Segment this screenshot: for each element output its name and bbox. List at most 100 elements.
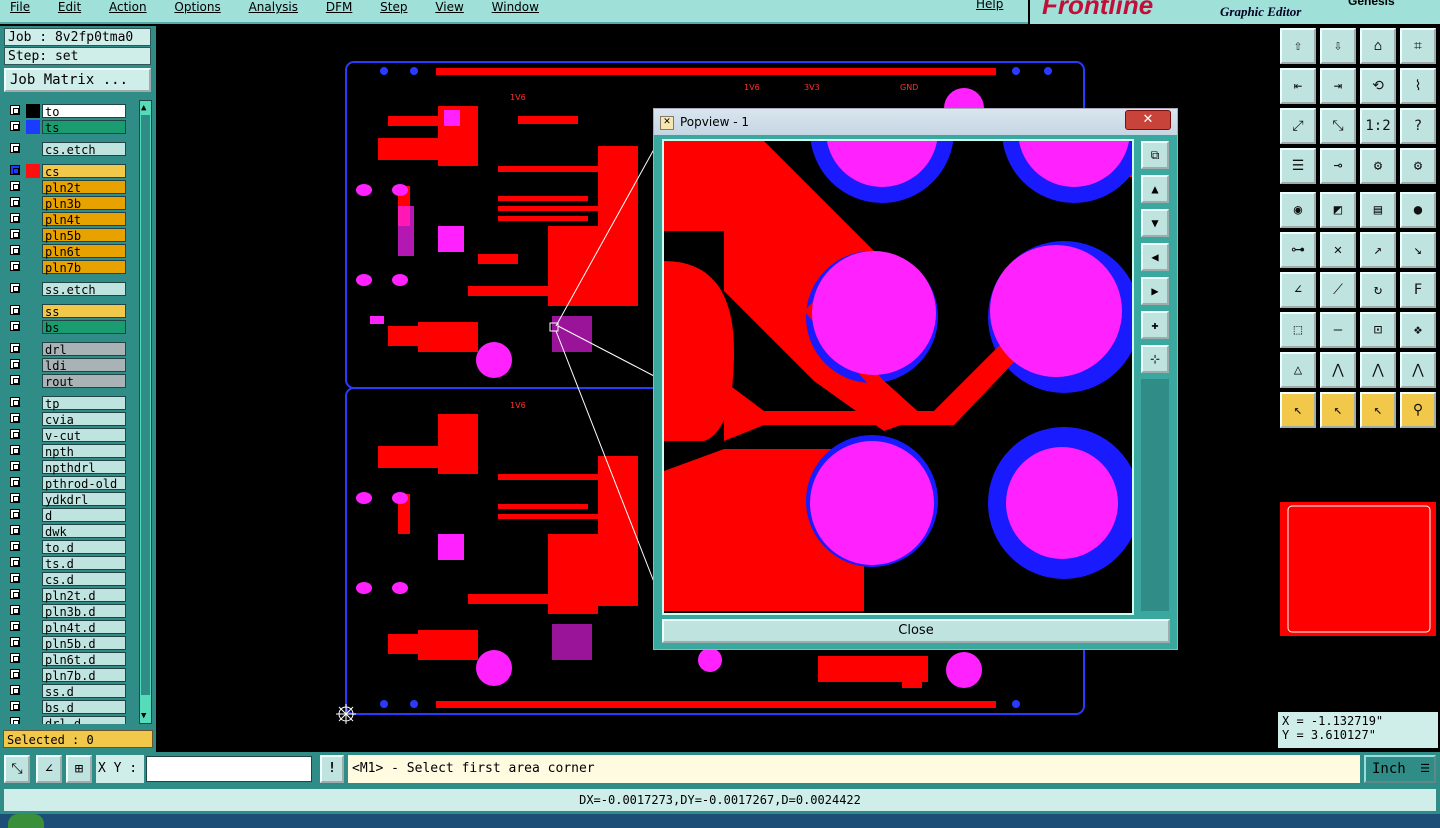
layer-name[interactable]: ss bbox=[42, 304, 126, 319]
layer-row-ldi[interactable]: ldi bbox=[6, 358, 126, 373]
layer-row-tp[interactable]: tp bbox=[6, 396, 126, 411]
layer-row-drl[interactable]: drl bbox=[6, 342, 126, 357]
layer-name[interactable]: pln3b bbox=[42, 196, 126, 211]
fill-icon[interactable]: ◩ bbox=[1320, 192, 1356, 228]
popview-pan-right-icon[interactable]: ▶ bbox=[1141, 277, 1169, 305]
layer-name[interactable]: ldi bbox=[42, 358, 126, 373]
popview-zoomed-pcb[interactable] bbox=[664, 141, 1132, 613]
connect-icon[interactable]: ⊶ bbox=[1280, 232, 1316, 268]
layer-color-swatch[interactable] bbox=[26, 588, 40, 602]
layer-row-pln2t-d[interactable]: pln2t.d bbox=[6, 588, 126, 603]
layer-checkbox[interactable] bbox=[10, 397, 20, 407]
layer-checkbox[interactable] bbox=[10, 143, 20, 153]
angle-icon[interactable]: ∠ bbox=[1280, 272, 1316, 308]
layer-row-to-d[interactable]: to.d bbox=[6, 540, 126, 555]
menu-action[interactable]: Action bbox=[109, 1, 147, 13]
popview-titlebar[interactable]: ✕ Popview - 1 ✕ bbox=[654, 109, 1177, 135]
angle-snap-icon[interactable]: ∠ bbox=[36, 755, 62, 783]
layer-color-swatch[interactable] bbox=[26, 260, 40, 274]
layer-color-swatch[interactable] bbox=[26, 104, 40, 118]
layer-name[interactable]: pln7b bbox=[42, 260, 126, 275]
layer-checkbox[interactable] bbox=[10, 653, 20, 663]
layer-name[interactable]: pln4t bbox=[42, 212, 126, 227]
layer-checkbox[interactable] bbox=[10, 375, 20, 385]
layer-row-ss[interactable]: ss bbox=[6, 304, 126, 319]
layer-row-npthdrl[interactable]: npthdrl bbox=[6, 460, 126, 475]
layer-name[interactable]: pln4t.d bbox=[42, 620, 126, 635]
layer-row-pthrod-old[interactable]: pthrod-old bbox=[6, 476, 126, 491]
layer-checkbox[interactable] bbox=[10, 589, 20, 599]
peak-icon[interactable]: ⋀ bbox=[1320, 352, 1356, 388]
delete-icon[interactable]: ✕ bbox=[1320, 232, 1356, 268]
layer-checkbox[interactable] bbox=[10, 621, 20, 631]
layer-row-pln4t-d[interactable]: pln4t.d bbox=[6, 620, 126, 635]
menu-analysis[interactable]: Analysis bbox=[249, 1, 298, 13]
fit-icon[interactable]: ⤢ bbox=[1280, 108, 1316, 144]
scale-icon[interactable]: 1:2 bbox=[1360, 108, 1396, 144]
menu-help[interactable]: Help bbox=[976, 0, 1003, 10]
layer-name[interactable]: ss.d bbox=[42, 684, 126, 699]
menu-dfm[interactable]: DFM bbox=[326, 1, 353, 13]
circle-icon[interactable]: ● bbox=[1400, 192, 1436, 228]
triangle-icon[interactable]: △ bbox=[1280, 352, 1316, 388]
layer-name[interactable]: npthdrl bbox=[42, 460, 126, 475]
menu-edit[interactable]: Edit bbox=[58, 1, 81, 13]
layer-checkbox[interactable] bbox=[10, 197, 20, 207]
layer-name[interactable]: d bbox=[42, 508, 126, 523]
layer-row-cvia[interactable]: cvia bbox=[6, 412, 126, 427]
layer-checkbox[interactable] bbox=[10, 229, 20, 239]
edge-right-icon[interactable]: ⇥ bbox=[1320, 68, 1356, 104]
layer-color-swatch[interactable] bbox=[26, 396, 40, 410]
file-save-icon[interactable]: ⇩ bbox=[1320, 28, 1356, 64]
layer-color-swatch[interactable] bbox=[26, 652, 40, 666]
layer-row-pln7b[interactable]: pln7b bbox=[6, 260, 126, 275]
layer-color-swatch[interactable] bbox=[26, 120, 40, 134]
help-icon[interactable]: ? bbox=[1400, 108, 1436, 144]
layer-name[interactable]: bs.d bbox=[42, 700, 126, 715]
rotate-icon[interactable]: ⟲ bbox=[1360, 68, 1396, 104]
layer-color-swatch[interactable] bbox=[26, 524, 40, 538]
layer-name[interactable]: ts.d bbox=[42, 556, 126, 571]
file-open-icon[interactable]: ⇧ bbox=[1280, 28, 1316, 64]
layer-name[interactable]: drl bbox=[42, 342, 126, 357]
start-button-icon[interactable] bbox=[8, 814, 44, 828]
layer-color-swatch[interactable] bbox=[26, 476, 40, 490]
layer-name[interactable]: ss.etch bbox=[42, 282, 126, 297]
layer-color-swatch[interactable] bbox=[26, 304, 40, 318]
layer-checkbox[interactable] bbox=[10, 321, 20, 331]
layer-name[interactable]: drl.d bbox=[42, 716, 126, 724]
layer-row-pln5b[interactable]: pln5b bbox=[6, 228, 126, 243]
layer-checkbox[interactable] bbox=[10, 359, 20, 369]
options-icon[interactable]: ☰ bbox=[1280, 148, 1316, 184]
layer-checkbox[interactable] bbox=[10, 343, 20, 353]
layer-color-swatch[interactable] bbox=[26, 620, 40, 634]
layer-checkbox[interactable] bbox=[10, 557, 20, 567]
menu-options[interactable]: Options bbox=[174, 1, 220, 13]
layer-name[interactable]: ydkdrl bbox=[42, 492, 126, 507]
layer-color-swatch[interactable] bbox=[26, 180, 40, 194]
pointer-icon[interactable]: ↖ bbox=[1280, 392, 1316, 428]
layer-color-swatch[interactable] bbox=[26, 342, 40, 356]
layer-row-npth[interactable]: npth bbox=[6, 444, 126, 459]
layer-color-swatch[interactable] bbox=[26, 604, 40, 618]
layer-row-bs[interactable]: bs bbox=[6, 320, 126, 335]
layer-color-swatch[interactable] bbox=[26, 684, 40, 698]
layer-row-ydkdrl[interactable]: ydkdrl bbox=[6, 492, 126, 507]
peak-alt-icon[interactable]: ⋀ bbox=[1360, 352, 1396, 388]
layer-name[interactable]: pln6t bbox=[42, 244, 126, 259]
measure-box-icon[interactable]: ⊡ bbox=[1360, 312, 1396, 348]
layer-color-swatch[interactable] bbox=[26, 556, 40, 570]
layer-checkbox[interactable] bbox=[10, 305, 20, 315]
layer-row-pln3b-d[interactable]: pln3b.d bbox=[6, 604, 126, 619]
line-icon[interactable]: ⟋ bbox=[1320, 272, 1356, 308]
ruler-icon[interactable]: ▤ bbox=[1360, 192, 1396, 228]
layer-row-rout[interactable]: rout bbox=[6, 374, 126, 389]
flip-icon[interactable]: F bbox=[1400, 272, 1436, 308]
layer-row-pln6t-d[interactable]: pln6t.d bbox=[6, 652, 126, 667]
layer-row-drl-d[interactable]: drl.d bbox=[6, 716, 126, 724]
snap-mode-icon[interactable]: ⤡ bbox=[4, 755, 30, 783]
layer-checkbox[interactable] bbox=[10, 525, 20, 535]
menu-window[interactable]: Window bbox=[492, 1, 539, 13]
select-box-icon[interactable]: ⬚ bbox=[1280, 312, 1316, 348]
home-icon[interactable]: ⌂ bbox=[1360, 28, 1396, 64]
